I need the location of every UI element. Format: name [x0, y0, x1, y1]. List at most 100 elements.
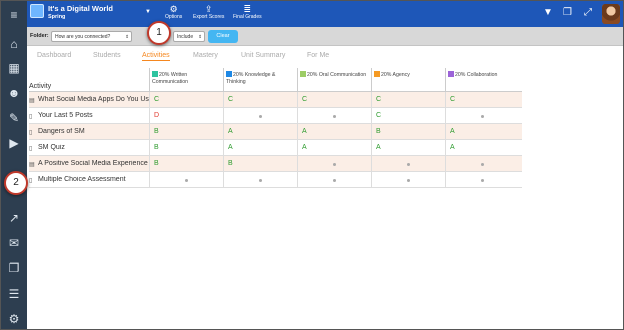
files-icon[interactable]: ❐: [4, 258, 24, 278]
score-cell[interactable]: A: [297, 124, 371, 140]
final-grades-button[interactable]: ≣ Final Grades: [233, 4, 262, 20]
score-cell[interactable]: C: [149, 92, 223, 108]
grade-value: B: [376, 128, 381, 135]
grade-value: A: [450, 144, 455, 151]
score-cell[interactable]: C: [371, 92, 445, 108]
grade-value: C: [376, 96, 382, 103]
tab-mastery[interactable]: Mastery: [193, 52, 218, 59]
chart-icon[interactable]: ↗: [4, 208, 24, 228]
mail-icon[interactable]: ✉: [4, 233, 24, 253]
list-icon: ≣: [243, 4, 252, 14]
column-header[interactable]: 20% Knowledge & Thinking: [223, 68, 297, 92]
score-cell[interactable]: [297, 156, 371, 172]
tab-for-me[interactable]: For Me: [307, 52, 329, 59]
table-row[interactable]: ▯ Your Last 5 Posts D C: [29, 108, 522, 124]
pencil-icon[interactable]: ✎: [4, 108, 24, 128]
expand-icon[interactable]: ⤢: [584, 7, 592, 18]
settings-icon[interactable]: ⚙: [4, 309, 24, 329]
grade-value: A: [228, 128, 233, 135]
empty-score-dot: [481, 163, 484, 166]
menu-icon[interactable]: ≡: [4, 5, 24, 25]
export-scores-button[interactable]: ⇪ Export Scores: [193, 4, 224, 20]
score-cell[interactable]: C: [223, 92, 297, 108]
score-cell[interactable]: B: [223, 156, 297, 172]
empty-score-dot: [407, 179, 410, 182]
score-cell[interactable]: [445, 172, 519, 188]
activity-name[interactable]: SM Quiz: [38, 144, 150, 151]
home-icon[interactable]: ⌂: [4, 34, 24, 54]
grade-value: A: [302, 128, 307, 135]
column-header[interactable]: 20% Agency: [371, 68, 445, 92]
users-icon[interactable]: ☻: [4, 83, 24, 103]
activity-name[interactable]: Your Last 5 Posts: [38, 112, 150, 119]
activity-name[interactable]: What Social Media Apps Do You Use?: [38, 96, 150, 103]
avatar[interactable]: [602, 4, 620, 24]
score-cell[interactable]: [223, 172, 297, 188]
grade-value: A: [302, 144, 307, 151]
activity-name[interactable]: A Positive Social Media Experience: [38, 160, 150, 167]
score-cell[interactable]: [371, 156, 445, 172]
table-row[interactable]: ▯ SM Quiz B A A A A: [29, 140, 522, 156]
options-button[interactable]: ⚙ Options: [165, 4, 182, 20]
column-header-label: 20% Collaboration: [455, 72, 498, 78]
score-cell[interactable]: C: [297, 92, 371, 108]
score-cell[interactable]: C: [445, 92, 519, 108]
tab-dashboard[interactable]: Dashboard: [37, 52, 71, 59]
clear-button[interactable]: Clear: [208, 30, 238, 43]
score-cell[interactable]: A: [371, 140, 445, 156]
table-row[interactable]: ▤ What Social Media Apps Do You Use? C C C C C: [29, 92, 522, 108]
score-cell[interactable]: C: [371, 108, 445, 124]
table-row[interactable]: ▯ Multiple Choice Assessment: [29, 172, 522, 188]
chevron-down-icon[interactable]: ▼: [145, 9, 151, 15]
column-header-label: 20% Knowledge & Thinking: [226, 72, 276, 85]
activity-name[interactable]: Multiple Choice Assessment: [38, 176, 150, 183]
score-cell[interactable]: B: [149, 124, 223, 140]
table-row[interactable]: ▯ Dangers of SM B A A B A: [29, 124, 522, 140]
tab-activities[interactable]: Activities: [142, 52, 170, 61]
chevron-updown-icon: ⇕: [125, 34, 129, 39]
copy-icon[interactable]: ❐: [563, 7, 572, 18]
tab-unit-summary[interactable]: Unit Summary: [241, 52, 285, 59]
score-cell[interactable]: [445, 156, 519, 172]
score-cell[interactable]: A: [223, 124, 297, 140]
tab-students[interactable]: Students: [93, 52, 121, 59]
score-cell[interactable]: [371, 172, 445, 188]
score-cell[interactable]: B: [149, 140, 223, 156]
column-header[interactable]: 20% Oral Communication: [297, 68, 371, 92]
activity-name[interactable]: Dangers of SM: [38, 128, 150, 135]
list-icon[interactable]: ☰: [4, 284, 24, 304]
score-cell[interactable]: [297, 108, 371, 124]
column-header[interactable]: 20% Collaboration: [445, 68, 519, 92]
table-row[interactable]: ▤ A Positive Social Media Experience B B: [29, 156, 522, 172]
score-cell[interactable]: B: [371, 124, 445, 140]
score-cell[interactable]: A: [445, 124, 519, 140]
category-swatch: [300, 71, 306, 77]
score-cell[interactable]: [445, 108, 519, 124]
filter-icon[interactable]: ▼: [543, 7, 553, 18]
score-cell[interactable]: B: [149, 156, 223, 172]
class-logo-icon: [30, 4, 44, 18]
calendar-icon[interactable]: ▦: [4, 58, 24, 78]
class-title[interactable]: It's a Digital World: [48, 4, 113, 13]
folder-select[interactable]: How are you connected? ⇕: [51, 31, 132, 42]
score-cell[interactable]: A: [445, 140, 519, 156]
play-icon[interactable]: ▶: [4, 133, 24, 153]
score-cell[interactable]: [149, 172, 223, 188]
score-cell[interactable]: [297, 172, 371, 188]
view-tabs: Dashboard Students Activities Mastery Un…: [27, 46, 623, 68]
grade-value: B: [154, 144, 159, 151]
empty-score-dot: [481, 179, 484, 182]
grade-value: A: [376, 144, 381, 151]
include-select[interactable]: Include ⇕: [173, 31, 205, 42]
score-cell[interactable]: D: [149, 108, 223, 124]
score-cell[interactable]: A: [223, 140, 297, 156]
grade-value: A: [450, 128, 455, 135]
doc-icon: ▯: [29, 130, 33, 136]
score-cell[interactable]: A: [297, 140, 371, 156]
upload-icon: ⇪: [204, 4, 213, 14]
doc-icon: ▯: [29, 178, 33, 184]
doc-icon: ▯: [29, 114, 33, 120]
score-cell[interactable]: [223, 108, 297, 124]
book-icon: ▤: [29, 98, 35, 104]
column-header[interactable]: 20% Written Communication: [149, 68, 223, 92]
